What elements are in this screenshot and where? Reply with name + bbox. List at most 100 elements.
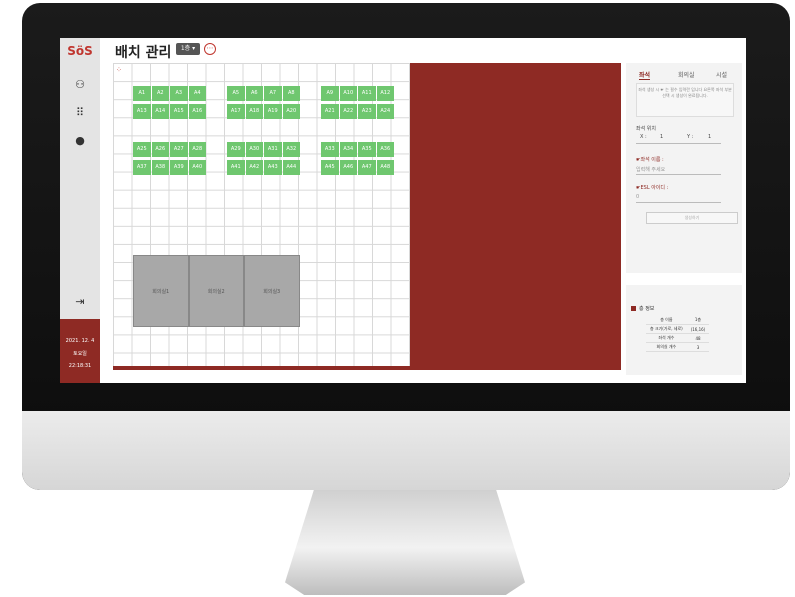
x-input[interactable]: 1 bbox=[660, 134, 663, 140]
floor-info-title: 층 정보 bbox=[639, 306, 655, 312]
seat-a22[interactable]: A22 bbox=[339, 104, 357, 119]
seat-a19[interactable]: A19 bbox=[264, 104, 282, 119]
page-title: 배치 관리 bbox=[115, 45, 172, 61]
tab-facility[interactable]: 시설 bbox=[716, 70, 727, 79]
seat-a45[interactable]: A45 bbox=[321, 160, 339, 175]
seat-a16[interactable]: A16 bbox=[188, 104, 206, 119]
datetime-box: 2021. 12. 4 토요일 22:18:31 bbox=[60, 319, 100, 383]
tab-meeting-room[interactable]: 회의실 bbox=[678, 70, 695, 79]
floor-info-label: 회의실 개수 bbox=[646, 342, 687, 352]
weekday-text: 토요일 bbox=[73, 351, 87, 357]
floor-info-value: 1층 bbox=[686, 316, 710, 325]
horizontal-scrollbar[interactable] bbox=[113, 366, 410, 370]
floor-info-value: 3 bbox=[686, 342, 710, 352]
seat-a46[interactable]: A46 bbox=[339, 160, 357, 175]
seat-a48[interactable]: A48 bbox=[376, 160, 394, 175]
table-row: 층 이름 1층 bbox=[646, 316, 710, 325]
seat-a3[interactable]: A3 bbox=[170, 86, 188, 101]
seat-a20[interactable]: A20 bbox=[282, 104, 300, 119]
grid-handle-icon[interactable]: ⁘ bbox=[116, 66, 122, 74]
seat-a2[interactable]: A2 bbox=[151, 86, 169, 101]
monitor-stand bbox=[285, 490, 525, 595]
grid-icon[interactable]: ⠿ bbox=[60, 106, 100, 119]
chat-icon[interactable]: ● bbox=[60, 134, 100, 147]
seat-a5[interactable]: A5 bbox=[227, 86, 245, 101]
esl-underline bbox=[636, 202, 721, 203]
seat-a28[interactable]: A28 bbox=[188, 142, 206, 157]
table-row: 좌석 개수 48 bbox=[646, 333, 710, 343]
seat-a36[interactable]: A36 bbox=[376, 142, 394, 157]
seat-a18[interactable]: A18 bbox=[245, 104, 263, 119]
seat-panel: 좌석 회의실 시설 좌석 생성 시 ☛ 는 필수 입력란 입니다 요른쪽 좌석 … bbox=[626, 63, 742, 273]
meeting-room-1[interactable]: 회의실1 bbox=[133, 255, 189, 327]
logout-icon[interactable]: ⇥ bbox=[60, 295, 100, 308]
time-text: 22:18:31 bbox=[68, 363, 92, 369]
position-label: 좌석 위치 bbox=[636, 126, 656, 132]
seat-a8[interactable]: A8 bbox=[282, 86, 300, 101]
floor-info-value: (16,16) bbox=[686, 324, 710, 334]
floor-info-label: 층 크기(가로, 세로) bbox=[646, 324, 687, 334]
seat-a12[interactable]: A12 bbox=[376, 86, 394, 101]
seat-a29[interactable]: A29 bbox=[227, 142, 245, 157]
seat-a43[interactable]: A43 bbox=[264, 160, 282, 175]
table-row: 회의실 개수 3 bbox=[646, 342, 710, 352]
floor-select[interactable]: 1층 ▾ bbox=[176, 43, 200, 55]
seat-a44[interactable]: A44 bbox=[282, 160, 300, 175]
meeting-room-2[interactable]: 회의실2 bbox=[188, 255, 244, 327]
seat-a17[interactable]: A17 bbox=[227, 104, 245, 119]
seat-a31[interactable]: A31 bbox=[264, 142, 282, 157]
seat-a11[interactable]: A11 bbox=[358, 86, 376, 101]
panel-notice: 좌석 생성 시 ☛ 는 필수 입력란 입니다 요른쪽 좌석 부분 선택 시 생성… bbox=[636, 83, 734, 117]
floor-info-square-icon bbox=[631, 306, 636, 311]
seat-a23[interactable]: A23 bbox=[358, 104, 376, 119]
table-row: 층 크기(가로, 세로) (16,16) bbox=[646, 324, 710, 334]
seat-a4[interactable]: A4 bbox=[188, 86, 206, 101]
seat-a42[interactable]: A42 bbox=[245, 160, 263, 175]
app-logo[interactable]: SöS bbox=[60, 44, 100, 58]
seat-a24[interactable]: A24 bbox=[376, 104, 394, 119]
seat-a35[interactable]: A35 bbox=[358, 142, 376, 157]
seat-name-input[interactable]: 입력해 주세요 bbox=[636, 166, 665, 173]
people-icon[interactable]: ⚇ bbox=[60, 78, 100, 91]
seat-a7[interactable]: A7 bbox=[264, 86, 282, 101]
floor-info-label: 좌석 개수 bbox=[646, 333, 687, 343]
more-icon[interactable]: ⋯ bbox=[204, 43, 216, 55]
seat-a26[interactable]: A26 bbox=[151, 142, 169, 157]
floor-info-label: 층 이름 bbox=[646, 316, 687, 325]
seat-a13[interactable]: A13 bbox=[133, 104, 151, 119]
seat-a41[interactable]: A41 bbox=[227, 160, 245, 175]
seat-a37[interactable]: A37 bbox=[133, 160, 151, 175]
seat-a38[interactable]: A38 bbox=[151, 160, 169, 175]
seat-a39[interactable]: A39 bbox=[170, 160, 188, 175]
canvas-area bbox=[410, 63, 621, 370]
monitor-chin bbox=[22, 411, 790, 490]
meeting-room-3[interactable]: 회의실3 bbox=[244, 255, 300, 327]
seat-a1[interactable]: A1 bbox=[133, 86, 151, 101]
seat-a32[interactable]: A32 bbox=[282, 142, 300, 157]
seat-a9[interactable]: A9 bbox=[321, 86, 339, 101]
date-text: 2021. 12. 4 bbox=[65, 338, 95, 344]
seat-a33[interactable]: A33 bbox=[321, 142, 339, 157]
seat-a6[interactable]: A6 bbox=[245, 86, 263, 101]
seat-a27[interactable]: A27 bbox=[170, 142, 188, 157]
seat-a47[interactable]: A47 bbox=[358, 160, 376, 175]
position-underline bbox=[636, 143, 721, 144]
seat-a21[interactable]: A21 bbox=[321, 104, 339, 119]
seat-name-label: ☛좌석 이름 : bbox=[636, 157, 664, 163]
tab-seat[interactable]: 좌석 bbox=[639, 70, 651, 80]
seat-a10[interactable]: A10 bbox=[339, 86, 357, 101]
seat-a34[interactable]: A34 bbox=[339, 142, 357, 157]
seat-a30[interactable]: A30 bbox=[245, 142, 263, 157]
floor-info-panel: 층 정보 층 이름 1층 층 크기(가로, 세로) (16,16) 좌석 개수 48 … bbox=[626, 285, 742, 375]
y-label: Y : bbox=[687, 134, 694, 140]
floor-info-table: 층 이름 1층 층 크기(가로, 세로) (16,16) 좌석 개수 48 회의실 개… bbox=[646, 316, 710, 352]
seat-a15[interactable]: A15 bbox=[170, 104, 188, 119]
create-button[interactable]: 생성하기 bbox=[646, 212, 738, 224]
esl-input[interactable]: 0 bbox=[636, 194, 639, 200]
seat-a14[interactable]: A14 bbox=[151, 104, 169, 119]
y-input[interactable]: 1 bbox=[708, 134, 711, 140]
seat-a25[interactable]: A25 bbox=[133, 142, 151, 157]
seat-a40[interactable]: A40 bbox=[188, 160, 206, 175]
floor-info-value: 48 bbox=[686, 333, 710, 343]
app-screen: SöS ⚇ ⠿ ● ⇥ 2021. 12. 4 토요일 22:18:31 배치 … bbox=[60, 38, 746, 383]
